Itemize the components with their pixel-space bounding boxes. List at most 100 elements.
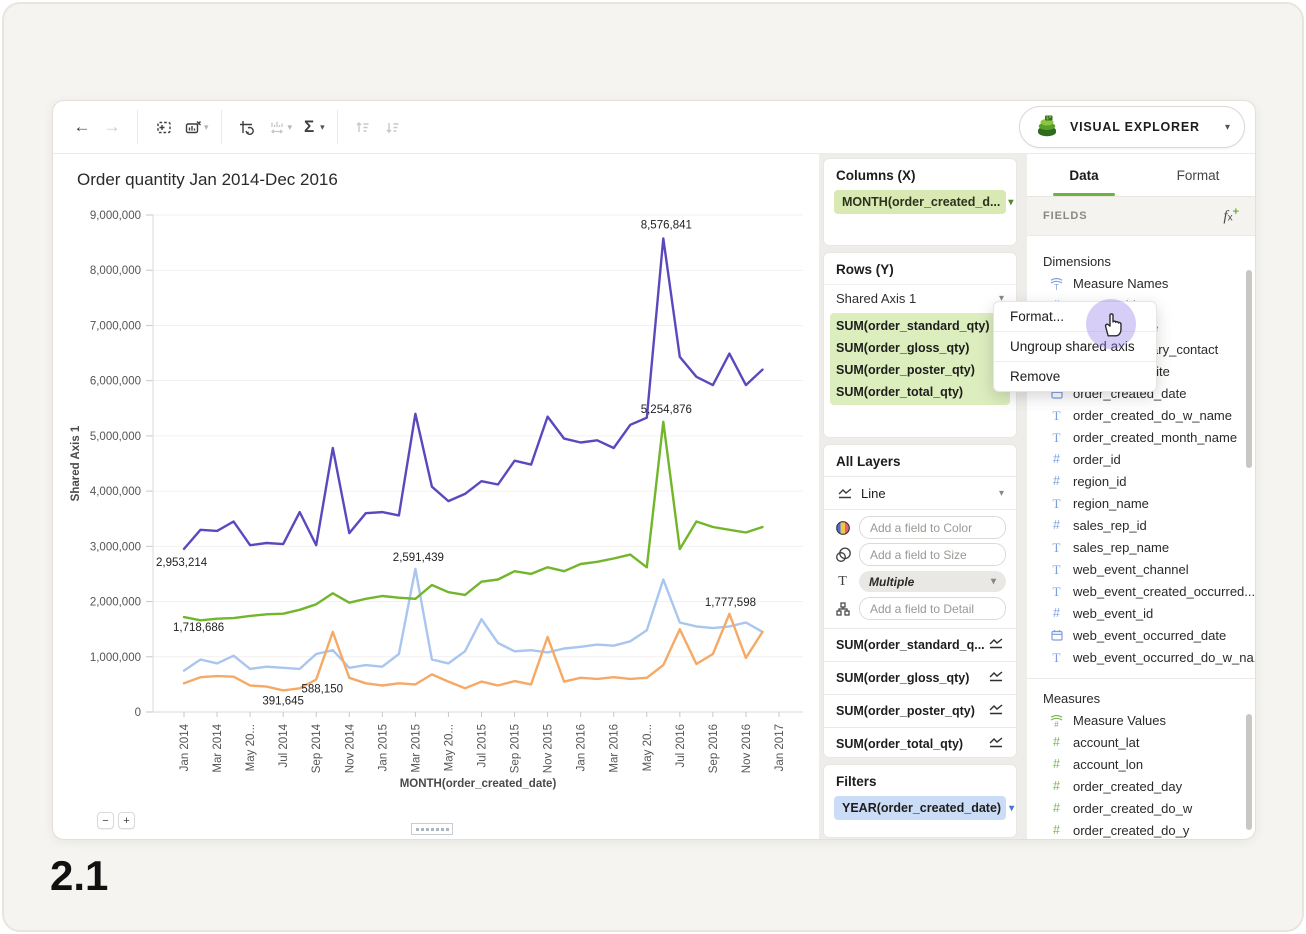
field-label: order_id [1073, 452, 1121, 467]
menu-item-remove[interactable]: Remove [994, 361, 1156, 391]
zoom-out-button[interactable]: − [97, 812, 114, 829]
layer-field-row[interactable]: SUM(order_total_qty) [824, 727, 1016, 758]
svg-text:Jul 2014: Jul 2014 [278, 723, 290, 767]
chevron-down-icon[interactable]: ▾ [991, 576, 996, 587]
field-label: order_created_do_w [1073, 801, 1192, 816]
layer-field-row[interactable]: SUM(order_gloss_qty) [824, 661, 1016, 694]
svg-text:5,000,000: 5,000,000 [90, 431, 141, 443]
tab-format[interactable]: Format [1141, 154, 1255, 196]
dimension-field[interactable]: Tsales_rep_name [1027, 536, 1255, 558]
field-label: Measure Names [1073, 276, 1168, 291]
measure-field[interactable]: #order_created_day [1027, 775, 1255, 797]
chevron-down-icon[interactable]: ▾ [288, 122, 293, 133]
measures-scrollbar[interactable] [1246, 714, 1252, 830]
filter-field-pill[interactable]: YEAR(order_created_date) ▾ [834, 796, 1006, 820]
measure-field[interactable]: #account_lon [1027, 753, 1255, 775]
sort-descending-icon[interactable] [378, 112, 408, 142]
chevron-down-icon[interactable]: ▾ [1008, 197, 1013, 208]
toolbar-divider [137, 110, 138, 144]
swap-axes-icon[interactable] [232, 112, 262, 142]
dimension-field[interactable]: Tregion_name [1027, 492, 1255, 514]
shared-axis-dropdown[interactable]: Shared Axis 1 ▾ [824, 284, 1016, 311]
tab-format-label: Format [1177, 168, 1220, 183]
chevron-down-icon[interactable]: ▾ [204, 122, 209, 133]
zoom-in-button[interactable]: + [118, 812, 135, 829]
active-tab-underline [1053, 193, 1115, 196]
svg-text:6,000,000: 6,000,000 [90, 376, 141, 388]
dimension-field[interactable]: web_event_occurred_date [1027, 624, 1255, 646]
visual-explorer-logo [1034, 113, 1060, 142]
svg-text:Sep 2015: Sep 2015 [510, 724, 522, 773]
shared-axis-field[interactable]: SUM(order_standard_qty) [830, 315, 1010, 337]
dimension-field[interactable]: #sales_rep_id [1027, 514, 1255, 536]
mark-type-dropdown[interactable]: Line ▾ [824, 476, 1016, 510]
line-mark-icon [988, 671, 1004, 685]
dimension-field[interactable]: Tweb_event_channel [1027, 558, 1255, 580]
line-mark-icon [836, 488, 853, 499]
resize-drag-handle[interactable] [411, 823, 453, 835]
chevron-down-icon[interactable]: ▾ [1009, 803, 1014, 814]
svg-text:T: T [1054, 283, 1059, 291]
field-label: account_lon [1073, 757, 1143, 772]
line-mark-icon [988, 737, 1004, 751]
dimension-field[interactable]: Tweb_event_occurred_do_w_na... [1027, 646, 1255, 668]
columns-field-pill[interactable]: MONTH(order_created_d... ▾ [834, 190, 1006, 214]
measure-field[interactable]: #Measure Values [1027, 709, 1255, 731]
measure-field[interactable]: #account_lat [1027, 731, 1255, 753]
measure-field[interactable]: #order_created_do_w [1027, 797, 1255, 819]
layer-field-rows: SUM(order_standard_q...SUM(order_gloss_q… [824, 629, 1016, 758]
field-label: account_lat [1073, 735, 1140, 750]
svg-text:391,645: 391,645 [262, 695, 304, 707]
svg-text:Jul 2015: Jul 2015 [477, 724, 489, 767]
field-label: region_name [1073, 496, 1149, 511]
back-arrow-icon[interactable]: ← [67, 112, 97, 142]
svg-text:Sep 2016: Sep 2016 [708, 724, 720, 773]
dimensions-scrollbar[interactable] [1246, 270, 1252, 468]
chevron-down-icon[interactable]: ▾ [320, 122, 325, 133]
text-field-pill[interactable]: Multiple ▾ [859, 571, 1006, 592]
page-step-label: 2.1 [50, 852, 108, 900]
svg-text:Mar 2014: Mar 2014 [212, 723, 224, 772]
add-calculated-field-icon[interactable]: fx+ [1223, 206, 1239, 226]
duplicate-chart-icon[interactable] [148, 112, 178, 142]
dimensions-label: Dimensions [1027, 250, 1255, 272]
dimension-field[interactable]: Torder_created_do_w_name [1027, 404, 1255, 426]
dimension-field[interactable]: #order_id [1027, 448, 1255, 470]
layer-field-row[interactable]: SUM(order_poster_qty) [824, 694, 1016, 727]
dimension-field[interactable]: #region_id [1027, 470, 1255, 492]
measure-field[interactable]: #order_created_do_y [1027, 819, 1255, 839]
svg-text:May 20...: May 20... [642, 724, 654, 771]
layer-field-row[interactable]: SUM(order_standard_q... [824, 629, 1016, 661]
color-field-input[interactable] [859, 516, 1006, 539]
dimension-field[interactable]: Tweb_event_created_occurred... [1027, 580, 1255, 602]
fields-panel: Data Format FIELDS fx+ Dimensions TMeasu… [1027, 154, 1255, 839]
measures-label: Measures [1027, 687, 1255, 709]
shared-axis-field[interactable]: SUM(order_poster_qty) [830, 359, 1010, 381]
forward-arrow-icon[interactable]: → [97, 112, 127, 142]
detail-field-input[interactable] [859, 597, 1006, 620]
svg-text:Jul 2016: Jul 2016 [675, 724, 687, 767]
field-label: sales_rep_name [1073, 540, 1169, 555]
chart-card: Order quantity Jan 2014-Dec 2016 01,000,… [53, 154, 819, 839]
sort-ascending-icon[interactable] [348, 112, 378, 142]
shared-axis-field[interactable]: SUM(order_gloss_qty) [830, 337, 1010, 359]
toolbar: ← → ▾ [53, 101, 1255, 154]
svg-text:2,591,439: 2,591,439 [393, 552, 444, 564]
page: ← → ▾ [0, 0, 1306, 934]
chevron-down-icon: ▾ [1225, 122, 1230, 133]
toolbar-divider [337, 110, 338, 144]
field-label: order_created_month_name [1073, 430, 1237, 445]
dimension-field[interactable]: #web_event_id [1027, 602, 1255, 624]
svg-text:588,150: 588,150 [301, 684, 343, 696]
visual-explorer-workspace: ← → ▾ [52, 100, 1256, 840]
layer-field-label: SUM(order_poster_qty) [836, 704, 975, 718]
dimension-field[interactable]: T Measure Names [1027, 272, 1255, 294]
size-field-input[interactable] [859, 543, 1006, 566]
chevron-down-icon[interactable]: ▾ [999, 488, 1004, 499]
tab-data[interactable]: Data [1027, 154, 1141, 196]
dimension-field[interactable]: Torder_created_month_name [1027, 426, 1255, 448]
visual-explorer-button[interactable]: VISUAL EXPLORER ▾ [1019, 106, 1245, 148]
filters-title: Filters [824, 765, 1016, 796]
shared-axis-field[interactable]: SUM(order_total_qty) [830, 381, 1010, 403]
svg-text:3,000,000: 3,000,000 [90, 541, 141, 553]
